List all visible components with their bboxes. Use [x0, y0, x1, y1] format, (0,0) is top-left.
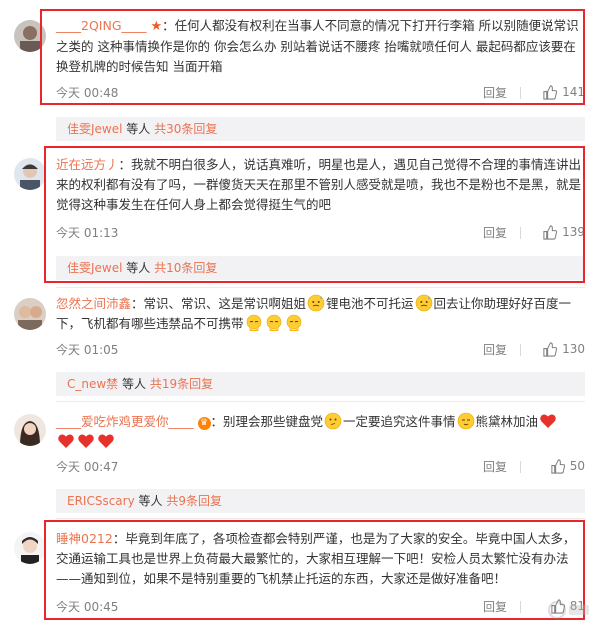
thumbs-up-icon: [543, 84, 558, 100]
comment-text: 睡神0212：毕竟到年底了，各项检查都会特别严谨，也是为了大家的安全。毕竟中国人…: [56, 531, 576, 586]
like-count: 139: [562, 225, 585, 239]
avatar[interactable]: [14, 298, 46, 330]
divider: [520, 227, 521, 239]
comment-author[interactable]: 近在远方丿: [56, 157, 119, 172]
sleepy-emoji-icon: [457, 412, 474, 430]
reply-user[interactable]: 佳雯Jewel: [67, 261, 122, 275]
comment-meta: 今天 00:48 回复 141: [56, 82, 585, 102]
comment-text: 近在远方丿：我就不明白很多人，说话真难听，明星也是人，遇见自己觉得不合理的事情连…: [56, 157, 582, 212]
comment-meta: 今天 00:45 回复 81: [56, 596, 585, 616]
sweat-emoji-icon: [415, 294, 432, 312]
reply-count-link[interactable]: 共9条回复: [166, 494, 222, 508]
comment-time: 今天 01:05: [56, 343, 119, 357]
heart-icon: [78, 434, 94, 448]
facepalm-emoji-icon: [266, 314, 281, 331]
reply-count-link[interactable]: 共30条回复: [154, 122, 217, 136]
reply-button[interactable]: 回复: [483, 341, 507, 358]
divider: [56, 401, 585, 402]
comment-time: 今天 00:48: [56, 86, 119, 100]
thinking-emoji-icon: [324, 412, 342, 430]
like-button[interactable]: 141: [542, 82, 585, 102]
comment-text: ____2QING____ ★：任何人都没有权利在当事人不同意的情况下打开行李箱…: [56, 18, 579, 74]
divider: [520, 601, 521, 613]
vip-badge-icon: ♛: [197, 417, 211, 430]
reply-button[interactable]: 回复: [483, 458, 507, 475]
comment-author[interactable]: ____2QING____: [56, 18, 147, 33]
divider: [56, 146, 585, 147]
reply-count-link[interactable]: 共10条回复: [154, 261, 217, 275]
divider: [520, 344, 521, 356]
avatar[interactable]: [14, 414, 46, 446]
comment-author[interactable]: 睡神0212: [56, 531, 113, 546]
star-icon: ★: [150, 19, 163, 34]
comment-meta: 今天 00:47 回复 50: [56, 456, 585, 476]
replies-summary[interactable]: 佳雯Jewel 等人 共30条回复: [56, 117, 585, 141]
replies-summary[interactable]: C_new禁 等人 共19条回复: [56, 372, 585, 396]
avatar[interactable]: [14, 158, 46, 190]
reply-button[interactable]: 回复: [483, 224, 507, 241]
heart-icon: [540, 414, 556, 428]
reply-user[interactable]: ERICSscary: [67, 494, 135, 508]
reply-user[interactable]: 佳雯Jewel: [67, 122, 122, 136]
thumbs-up-icon: [543, 341, 558, 357]
thumbs-up-icon: [551, 458, 565, 474]
like-count: 130: [562, 342, 585, 356]
heart-icon: [98, 434, 114, 448]
comment-meta: 今天 01:13 回复 139: [56, 222, 585, 242]
divider: [520, 87, 521, 99]
replies-summary[interactable]: 佳雯Jewel 等人 共10条回复: [56, 256, 585, 280]
reply-button[interactable]: 回复: [483, 598, 507, 615]
comment-time: 今天 00:47: [56, 460, 119, 474]
reply-user[interactable]: C_new禁: [67, 377, 118, 391]
divider: [56, 518, 585, 519]
comment-text: 忽然之间沛鑫：常识、常识、这是常识啊姐姐 锂电池不可托运 回去让你助理好好百度一下，…: [56, 294, 572, 331]
comment-meta: 今天 01:05 回复 130: [56, 339, 585, 359]
avatar[interactable]: [14, 20, 46, 52]
facepalm-emoji-icon: [286, 314, 301, 331]
divider: [56, 287, 585, 288]
like-button[interactable]: 130: [542, 339, 585, 359]
replies-summary[interactable]: ERICSscary 等人 共9条回复: [56, 489, 585, 513]
comment-time: 今天 00:45: [56, 600, 119, 614]
like-button[interactable]: 50: [550, 456, 585, 476]
comment-time: 今天 01:13: [56, 226, 119, 240]
comment-author[interactable]: ____爱吃炸鸡更爱你____: [56, 414, 194, 429]
facepalm-emoji-icon: [246, 314, 261, 331]
like-button[interactable]: 139: [542, 222, 585, 242]
heart-icon: [58, 434, 74, 448]
avatar[interactable]: [14, 532, 46, 564]
sweat-emoji-icon: [307, 294, 325, 312]
comment-text: ____爱吃炸鸡更爱你____ ♛ ：别理会那些键盘党 一定要追究这件事情 熊黛林加油: [56, 412, 585, 452]
reply-button[interactable]: 回复: [483, 84, 507, 101]
divider: [520, 461, 521, 473]
comment-author[interactable]: 忽然之间沛鑫: [56, 296, 131, 311]
thumbs-up-icon: [543, 224, 558, 240]
watermark-logo-icon: [548, 601, 589, 619]
like-count: 141: [562, 85, 585, 99]
reply-count-link[interactable]: 共19条回复: [150, 377, 213, 391]
like-count: 50: [569, 459, 585, 473]
